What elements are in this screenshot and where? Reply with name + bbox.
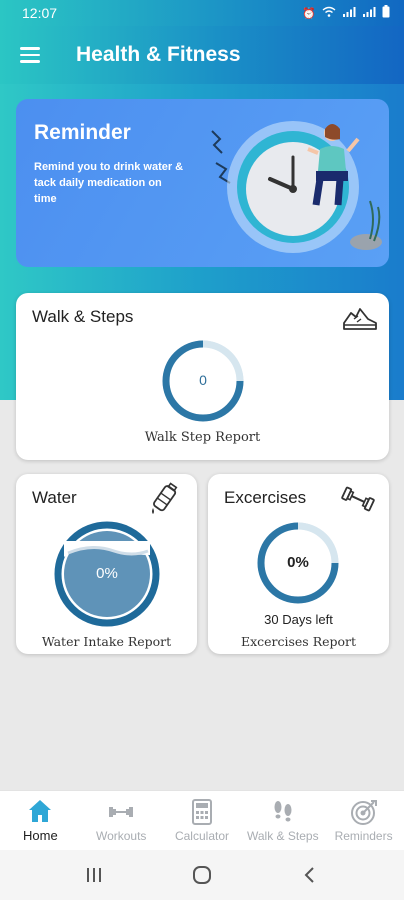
nav-reminders-label: Reminders bbox=[334, 828, 393, 843]
exercises-card[interactable]: Excercises 0% 30 Days left Excercises Re… bbox=[208, 474, 389, 654]
water-percent: 0% bbox=[96, 565, 118, 582]
wifi-icon bbox=[322, 6, 336, 21]
nav-workouts[interactable]: Workouts bbox=[81, 791, 162, 850]
exercises-title: Excercises bbox=[224, 488, 307, 507]
dumbbell-icon bbox=[341, 486, 375, 512]
water-intake-report-link[interactable]: Water Intake Report bbox=[16, 634, 197, 649]
status-time: 12:07 bbox=[22, 5, 58, 21]
nav-home[interactable]: Home bbox=[0, 791, 81, 850]
nav-reminders[interactable]: Reminders bbox=[323, 791, 404, 850]
hamburger-line bbox=[20, 53, 40, 57]
walk-steps-count: 0 bbox=[199, 372, 207, 388]
back-button[interactable] bbox=[290, 860, 330, 890]
home-system-button[interactable] bbox=[182, 860, 222, 890]
walk-step-report-link[interactable]: Walk Step Report bbox=[16, 430, 389, 445]
signal-icon bbox=[342, 6, 356, 21]
alarm-icon: ⏰ bbox=[302, 7, 316, 20]
exercises-report-link[interactable]: Excercises Report bbox=[208, 634, 389, 649]
exercises-progress-ring: 0% bbox=[255, 520, 341, 606]
water-bottle-icon bbox=[152, 482, 178, 514]
status-icons: ⏰ bbox=[302, 5, 390, 21]
home-circle-icon bbox=[193, 866, 211, 884]
recent-apps-button[interactable] bbox=[74, 860, 114, 890]
battery-icon bbox=[382, 5, 390, 21]
reminder-card[interactable]: Reminder Remind you to drink water & tac… bbox=[16, 99, 389, 267]
water-card[interactable]: Water 0% Water Intake Report bbox=[16, 474, 197, 654]
back-chevron-icon bbox=[304, 867, 314, 883]
hamburger-line bbox=[20, 60, 40, 63]
nav-workouts-label: Workouts bbox=[95, 828, 147, 843]
exercises-percent: 0% bbox=[287, 554, 309, 571]
target-icon bbox=[350, 799, 377, 825]
reminder-title: Reminder bbox=[34, 121, 131, 144]
recent-apps-icon bbox=[87, 868, 101, 882]
calculator-icon bbox=[191, 798, 212, 825]
system-navigation-bar bbox=[0, 850, 404, 900]
nav-calculator[interactable]: Calculator bbox=[162, 791, 243, 850]
hamburger-icon bbox=[20, 47, 40, 50]
water-title: Water bbox=[32, 488, 77, 507]
nav-calculator-label: Calculator bbox=[174, 828, 229, 843]
signal-icon-2 bbox=[362, 6, 376, 21]
days-left-text: 30 Days left bbox=[264, 612, 333, 627]
app-title: Health & Fitness bbox=[76, 43, 241, 66]
dumbbell-icon bbox=[109, 806, 134, 817]
sneaker-icon bbox=[343, 308, 377, 330]
water-progress-ring: 0% bbox=[54, 521, 160, 627]
nav-walk-steps-label: Walk & Steps bbox=[247, 828, 319, 843]
walk-steps-card[interactable]: Walk & Steps 0 Walk Step Report bbox=[16, 293, 389, 460]
status-bar: 12:07 ⏰ bbox=[0, 0, 404, 26]
menu-button[interactable] bbox=[0, 26, 60, 84]
walk-progress-ring: 0 bbox=[160, 338, 246, 424]
reminder-text: Remind you to drink water & tack daily m… bbox=[34, 161, 184, 205]
home-icon bbox=[29, 800, 52, 822]
walk-steps-title: Walk & Steps bbox=[32, 307, 134, 326]
app-bar: Health & Fitness bbox=[0, 26, 404, 84]
clock-illustration-icon bbox=[211, 121, 382, 253]
bottom-navigation: Home Workouts Calculator Walk & Steps Re… bbox=[0, 790, 404, 850]
nav-walk-steps[interactable]: Walk & Steps bbox=[242, 791, 323, 850]
footprints-icon bbox=[274, 800, 292, 821]
nav-home-label: Home bbox=[23, 828, 58, 843]
